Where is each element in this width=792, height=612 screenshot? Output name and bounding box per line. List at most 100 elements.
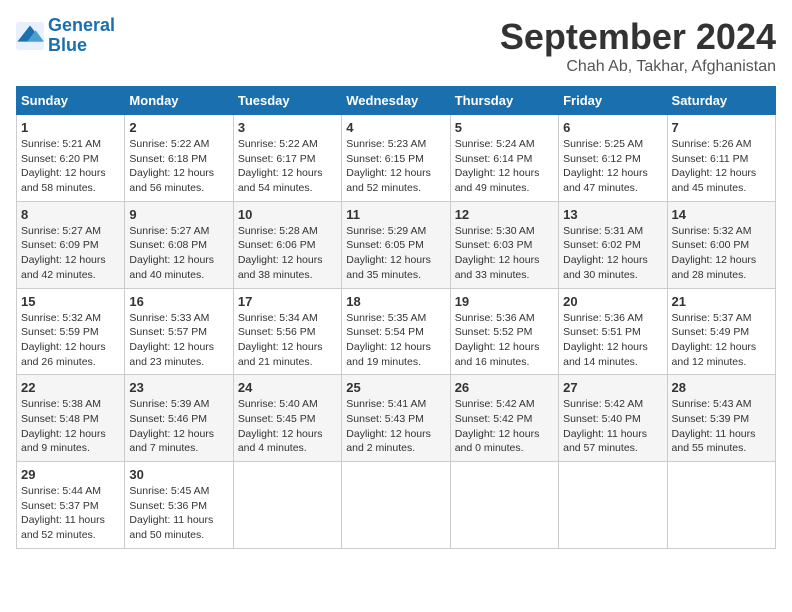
calendar-cell: 3 Sunrise: 5:22 AMSunset: 6:17 PMDayligh… <box>233 115 341 202</box>
day-detail: Sunrise: 5:42 AMSunset: 5:40 PMDaylight:… <box>563 398 647 454</box>
calendar-cell: 4 Sunrise: 5:23 AMSunset: 6:15 PMDayligh… <box>342 115 450 202</box>
calendar-cell <box>667 462 775 549</box>
calendar-cell: 25 Sunrise: 5:41 AMSunset: 5:43 PMDaylig… <box>342 375 450 462</box>
weekday-header-wednesday: Wednesday <box>342 87 450 115</box>
day-number: 7 <box>672 120 771 135</box>
calendar-cell: 29 Sunrise: 5:44 AMSunset: 5:37 PMDaylig… <box>17 462 125 549</box>
day-number: 23 <box>129 380 228 395</box>
week-row-2: 8 Sunrise: 5:27 AMSunset: 6:09 PMDayligh… <box>17 201 776 288</box>
calendar-cell: 6 Sunrise: 5:25 AMSunset: 6:12 PMDayligh… <box>559 115 667 202</box>
calendar-cell: 20 Sunrise: 5:36 AMSunset: 5:51 PMDaylig… <box>559 288 667 375</box>
calendar-cell: 9 Sunrise: 5:27 AMSunset: 6:08 PMDayligh… <box>125 201 233 288</box>
week-row-3: 15 Sunrise: 5:32 AMSunset: 5:59 PMDaylig… <box>17 288 776 375</box>
calendar-cell: 30 Sunrise: 5:45 AMSunset: 5:36 PMDaylig… <box>125 462 233 549</box>
day-detail: Sunrise: 5:27 AMSunset: 6:09 PMDaylight:… <box>21 225 106 281</box>
week-row-1: 1 Sunrise: 5:21 AMSunset: 6:20 PMDayligh… <box>17 115 776 202</box>
day-number: 5 <box>455 120 554 135</box>
day-number: 20 <box>563 294 662 309</box>
day-number: 3 <box>238 120 337 135</box>
day-number: 17 <box>238 294 337 309</box>
location-title: Chah Ab, Takhar, Afghanistan <box>500 58 776 76</box>
calendar-cell: 5 Sunrise: 5:24 AMSunset: 6:14 PMDayligh… <box>450 115 558 202</box>
logo: General Blue <box>16 16 115 56</box>
calendar-cell: 27 Sunrise: 5:42 AMSunset: 5:40 PMDaylig… <box>559 375 667 462</box>
day-detail: Sunrise: 5:41 AMSunset: 5:43 PMDaylight:… <box>346 398 431 454</box>
day-detail: Sunrise: 5:42 AMSunset: 5:42 PMDaylight:… <box>455 398 540 454</box>
day-number: 12 <box>455 207 554 222</box>
day-number: 18 <box>346 294 445 309</box>
day-number: 2 <box>129 120 228 135</box>
day-detail: Sunrise: 5:24 AMSunset: 6:14 PMDaylight:… <box>455 138 540 194</box>
week-row-4: 22 Sunrise: 5:38 AMSunset: 5:48 PMDaylig… <box>17 375 776 462</box>
calendar-cell: 21 Sunrise: 5:37 AMSunset: 5:49 PMDaylig… <box>667 288 775 375</box>
calendar-cell: 10 Sunrise: 5:28 AMSunset: 6:06 PMDaylig… <box>233 201 341 288</box>
calendar-cell: 8 Sunrise: 5:27 AMSunset: 6:09 PMDayligh… <box>17 201 125 288</box>
calendar-cell: 1 Sunrise: 5:21 AMSunset: 6:20 PMDayligh… <box>17 115 125 202</box>
calendar-cell: 7 Sunrise: 5:26 AMSunset: 6:11 PMDayligh… <box>667 115 775 202</box>
calendar-cell: 22 Sunrise: 5:38 AMSunset: 5:48 PMDaylig… <box>17 375 125 462</box>
day-number: 10 <box>238 207 337 222</box>
month-title: September 2024 <box>500 16 776 58</box>
day-number: 26 <box>455 380 554 395</box>
day-number: 29 <box>21 467 120 482</box>
calendar-cell: 24 Sunrise: 5:40 AMSunset: 5:45 PMDaylig… <box>233 375 341 462</box>
day-detail: Sunrise: 5:37 AMSunset: 5:49 PMDaylight:… <box>672 312 757 368</box>
weekday-header-row: SundayMondayTuesdayWednesdayThursdayFrid… <box>17 87 776 115</box>
day-detail: Sunrise: 5:26 AMSunset: 6:11 PMDaylight:… <box>672 138 757 194</box>
weekday-header-tuesday: Tuesday <box>233 87 341 115</box>
day-number: 22 <box>21 380 120 395</box>
weekday-header-saturday: Saturday <box>667 87 775 115</box>
day-detail: Sunrise: 5:35 AMSunset: 5:54 PMDaylight:… <box>346 312 431 368</box>
day-detail: Sunrise: 5:44 AMSunset: 5:37 PMDaylight:… <box>21 485 105 541</box>
day-number: 30 <box>129 467 228 482</box>
calendar-cell: 17 Sunrise: 5:34 AMSunset: 5:56 PMDaylig… <box>233 288 341 375</box>
day-number: 15 <box>21 294 120 309</box>
logo-line1: General <box>48 15 115 35</box>
calendar-cell: 23 Sunrise: 5:39 AMSunset: 5:46 PMDaylig… <box>125 375 233 462</box>
day-detail: Sunrise: 5:39 AMSunset: 5:46 PMDaylight:… <box>129 398 214 454</box>
calendar-cell: 13 Sunrise: 5:31 AMSunset: 6:02 PMDaylig… <box>559 201 667 288</box>
week-row-5: 29 Sunrise: 5:44 AMSunset: 5:37 PMDaylig… <box>17 462 776 549</box>
day-detail: Sunrise: 5:30 AMSunset: 6:03 PMDaylight:… <box>455 225 540 281</box>
calendar-cell: 15 Sunrise: 5:32 AMSunset: 5:59 PMDaylig… <box>17 288 125 375</box>
calendar-cell <box>342 462 450 549</box>
day-number: 27 <box>563 380 662 395</box>
calendar-cell: 11 Sunrise: 5:29 AMSunset: 6:05 PMDaylig… <box>342 201 450 288</box>
calendar-table: SundayMondayTuesdayWednesdayThursdayFrid… <box>16 86 776 549</box>
day-number: 13 <box>563 207 662 222</box>
day-detail: Sunrise: 5:32 AMSunset: 5:59 PMDaylight:… <box>21 312 106 368</box>
title-area: September 2024 Chah Ab, Takhar, Afghanis… <box>500 16 776 76</box>
calendar-cell <box>450 462 558 549</box>
day-number: 4 <box>346 120 445 135</box>
day-detail: Sunrise: 5:36 AMSunset: 5:52 PMDaylight:… <box>455 312 540 368</box>
day-detail: Sunrise: 5:22 AMSunset: 6:17 PMDaylight:… <box>238 138 323 194</box>
day-detail: Sunrise: 5:38 AMSunset: 5:48 PMDaylight:… <box>21 398 106 454</box>
day-number: 9 <box>129 207 228 222</box>
day-number: 8 <box>21 207 120 222</box>
day-detail: Sunrise: 5:45 AMSunset: 5:36 PMDaylight:… <box>129 485 213 541</box>
day-detail: Sunrise: 5:40 AMSunset: 5:45 PMDaylight:… <box>238 398 323 454</box>
day-number: 21 <box>672 294 771 309</box>
day-detail: Sunrise: 5:34 AMSunset: 5:56 PMDaylight:… <box>238 312 323 368</box>
logo-icon <box>16 22 44 50</box>
day-number: 25 <box>346 380 445 395</box>
day-number: 14 <box>672 207 771 222</box>
day-number: 28 <box>672 380 771 395</box>
calendar-cell: 16 Sunrise: 5:33 AMSunset: 5:57 PMDaylig… <box>125 288 233 375</box>
day-detail: Sunrise: 5:43 AMSunset: 5:39 PMDaylight:… <box>672 398 756 454</box>
day-detail: Sunrise: 5:29 AMSunset: 6:05 PMDaylight:… <box>346 225 431 281</box>
day-detail: Sunrise: 5:23 AMSunset: 6:15 PMDaylight:… <box>346 138 431 194</box>
calendar-cell: 26 Sunrise: 5:42 AMSunset: 5:42 PMDaylig… <box>450 375 558 462</box>
day-detail: Sunrise: 5:31 AMSunset: 6:02 PMDaylight:… <box>563 225 648 281</box>
header: General Blue September 2024 Chah Ab, Tak… <box>16 16 776 76</box>
day-number: 19 <box>455 294 554 309</box>
day-detail: Sunrise: 5:22 AMSunset: 6:18 PMDaylight:… <box>129 138 214 194</box>
day-number: 1 <box>21 120 120 135</box>
weekday-header-sunday: Sunday <box>17 87 125 115</box>
day-number: 16 <box>129 294 228 309</box>
calendar-cell: 18 Sunrise: 5:35 AMSunset: 5:54 PMDaylig… <box>342 288 450 375</box>
weekday-header-friday: Friday <box>559 87 667 115</box>
calendar-cell: 28 Sunrise: 5:43 AMSunset: 5:39 PMDaylig… <box>667 375 775 462</box>
day-number: 11 <box>346 207 445 222</box>
day-detail: Sunrise: 5:36 AMSunset: 5:51 PMDaylight:… <box>563 312 648 368</box>
